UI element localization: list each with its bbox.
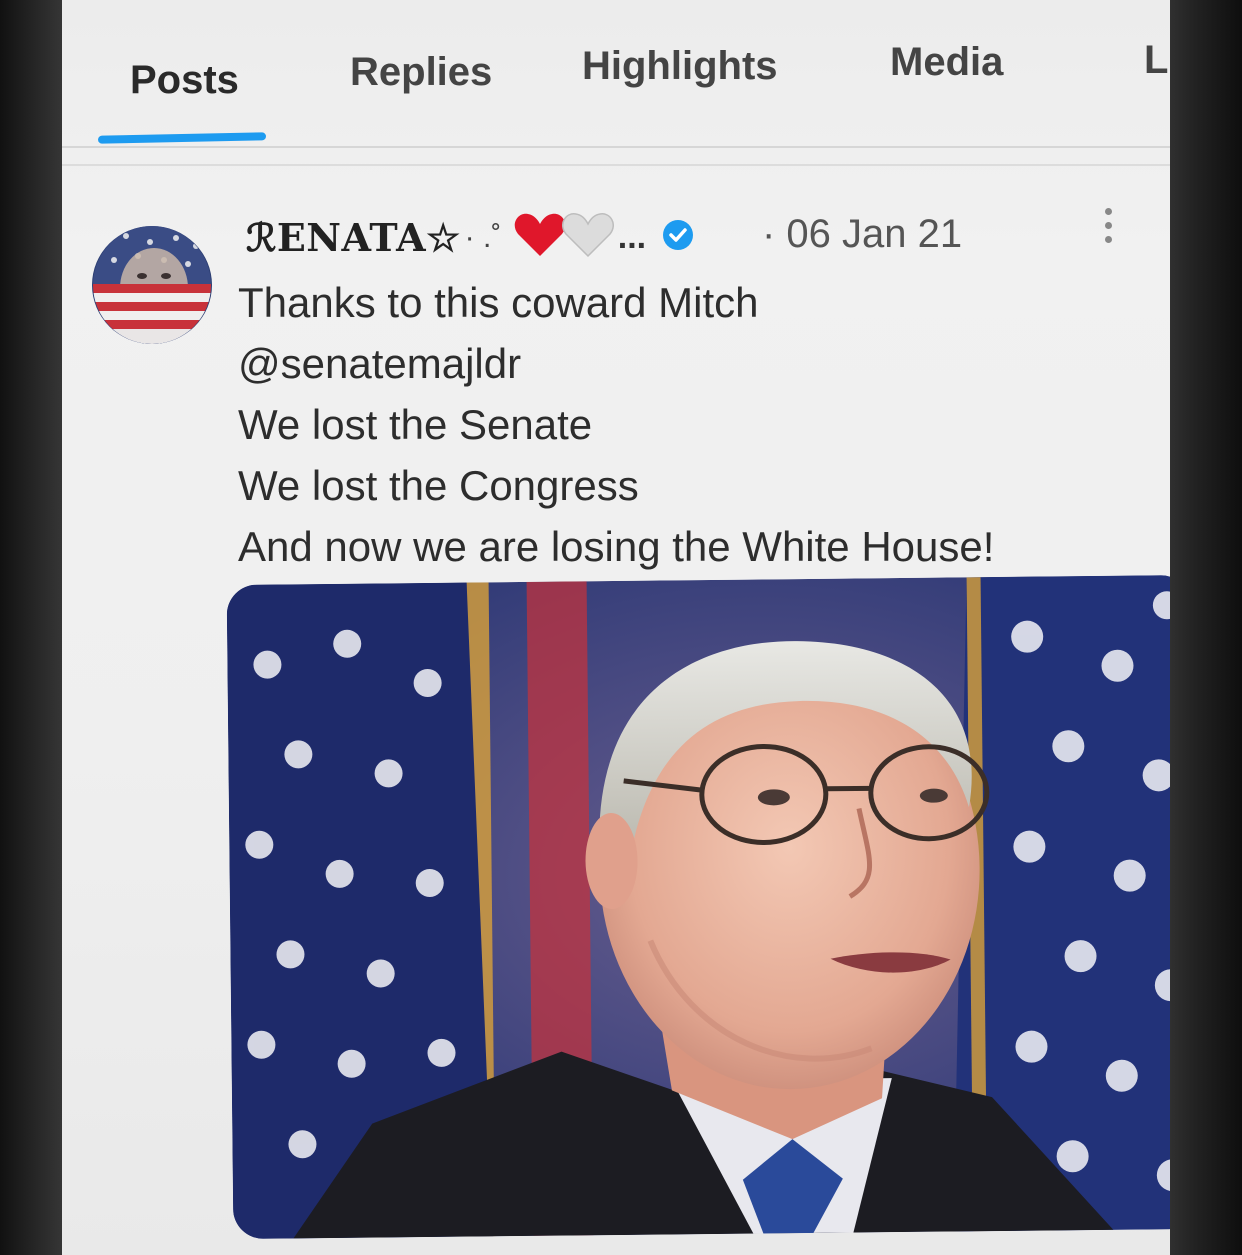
verified-badge-icon [661,218,695,257]
post-text-line: Thanks to this coward Mitch [238,279,759,326]
device-bezel-right [1164,0,1242,1255]
post-text-line[interactable]: @senatemajldr [238,333,994,394]
american-flag-face-avatar-icon [93,226,211,344]
red-heart-icon [514,212,566,263]
tabs-divider [62,146,1170,148]
phone-screen: Posts Replies Highlights Media L ℛENATA☆… [62,0,1170,1255]
post-author-row: ℛENATA☆ · .˚ ... [246,212,695,272]
post[interactable]: ℛENATA☆ · .˚ ... · 06 Jan 21 Thanks to th… [62,166,1170,1255]
active-tab-indicator [97,132,267,144]
tab-posts[interactable]: Posts [130,58,239,103]
post-media-image[interactable] [226,574,1170,1240]
tab-highlights[interactable]: Highlights [582,44,778,89]
tab-likes[interactable]: L [1144,38,1168,83]
name-truncation: ... [617,218,647,256]
name-decoration: · .˚ [464,220,502,254]
post-text-line: We lost the Senate [238,401,593,448]
display-name[interactable]: ℛENATA☆ [246,215,461,260]
profile-tabs: Posts Replies Highlights Media L [62,0,1170,148]
white-heart-icon [561,212,614,263]
device-bezel-left [0,0,70,1255]
man-in-front-of-flag-image [226,574,1170,1240]
post-timestamp[interactable]: · 06 Jan 21 [762,212,962,257]
post-text: Thanks to this coward Mitch @senatemajld… [238,272,994,577]
tab-media[interactable]: Media [890,40,1003,85]
more-options-icon[interactable] [1100,204,1116,248]
post-text-line: And now we are losing the White House! [238,523,995,570]
post-text-line: We lost the Congress [238,462,639,509]
avatar[interactable] [92,226,212,344]
tab-replies[interactable]: Replies [350,50,492,95]
